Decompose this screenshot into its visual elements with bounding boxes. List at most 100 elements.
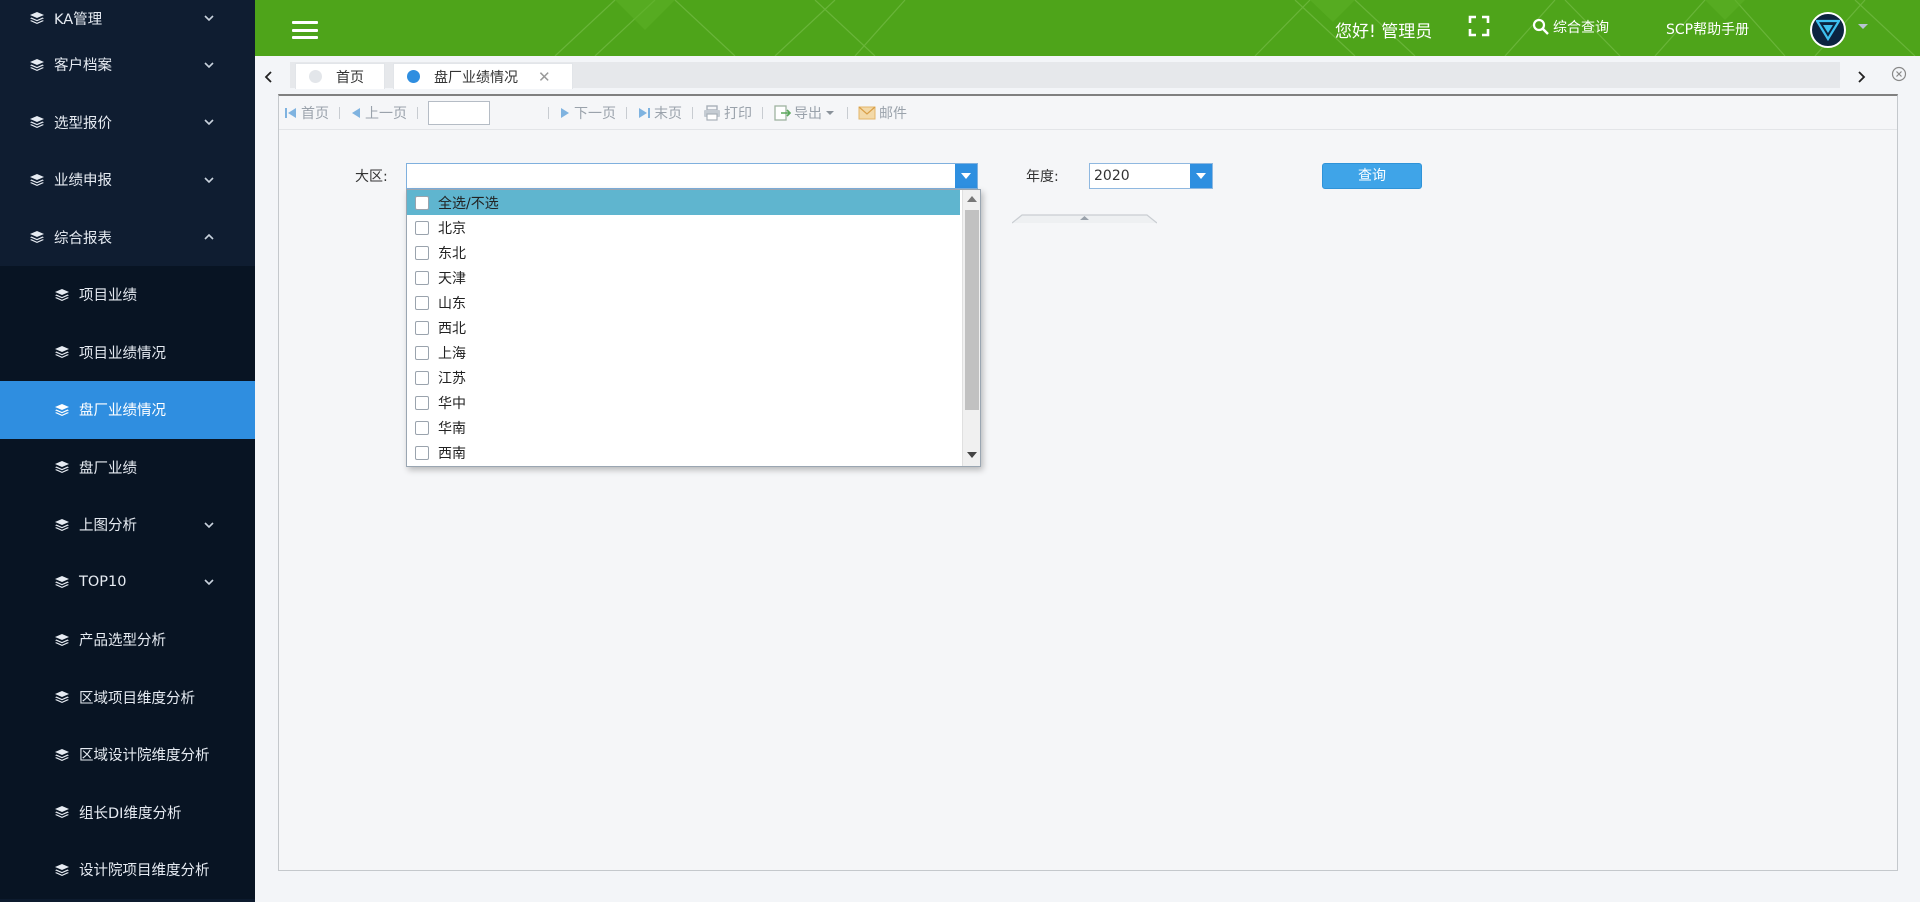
chevron-up-icon	[203, 231, 215, 243]
sidebar-subitem-product-selection-analysis[interactable]: 产品选型分析	[0, 611, 255, 669]
print-label: 打印	[724, 105, 752, 122]
scrollbar-thumb[interactable]	[965, 210, 979, 410]
dropdown-option[interactable]: 西南	[407, 440, 960, 465]
checkbox[interactable]	[415, 295, 429, 310]
layers-icon	[55, 346, 69, 359]
layers-icon	[55, 576, 69, 589]
layers-icon	[30, 12, 44, 24]
sidebar-subitem-panel-factory-performance[interactable]: 盘厂业绩	[0, 438, 255, 496]
user-avatar[interactable]	[1810, 12, 1846, 48]
option-label: 华南	[438, 420, 466, 437]
option-label: 天津	[438, 270, 466, 287]
sidebar-subitem-design-institute-project-analysis[interactable]: 设计院项目维度分析	[0, 841, 255, 899]
top-header: 您好! 管理员 综合查询 SCP帮助手册	[255, 0, 1920, 56]
checkbox[interactable]	[415, 270, 429, 285]
scroll-down-arrow-icon[interactable]	[967, 452, 977, 458]
scroll-up-arrow-icon[interactable]	[967, 196, 977, 202]
dropdown-scrollbar[interactable]	[962, 190, 980, 466]
layers-icon	[30, 58, 44, 71]
last-page-button[interactable]: 末页	[637, 103, 682, 123]
printer-icon	[704, 104, 720, 121]
option-label: 华中	[438, 395, 466, 412]
sidebar-item-customer-archive[interactable]: 客户档案	[0, 36, 255, 94]
page-number-input[interactable]	[428, 100, 490, 125]
toolbar-divider	[626, 106, 627, 119]
sidebar-item-comprehensive-report[interactable]: 综合报表	[0, 208, 255, 266]
sidebar-subitem-region-design-institute-analysis[interactable]: 区域设计院维度分析	[0, 726, 255, 784]
dropdown-option[interactable]: 上海	[407, 340, 960, 365]
region-combobox[interactable]	[406, 163, 978, 189]
checkbox[interactable]	[415, 245, 429, 260]
checkbox[interactable]	[415, 370, 429, 385]
toolbar-divider	[847, 106, 848, 119]
option-label: 山东	[438, 295, 466, 312]
sidebar-subitem-chart-analysis[interactable]: 上图分析	[0, 496, 255, 554]
first-page-button[interactable]: 首页	[284, 103, 329, 123]
chevron-down-icon	[203, 59, 215, 71]
checkbox[interactable]	[415, 445, 429, 460]
tab-scroll-left-icon[interactable]	[263, 70, 275, 84]
checkbox[interactable]	[415, 195, 429, 210]
checkbox[interactable]	[415, 395, 429, 410]
dropdown-option[interactable]: 华中	[407, 390, 960, 415]
option-label: 西北	[438, 320, 466, 337]
year-dropdown-arrow-icon[interactable]	[1190, 164, 1212, 188]
tab-scroll-right-icon[interactable]	[1855, 70, 1867, 84]
option-label: 西南	[438, 445, 466, 462]
comprehensive-search-link[interactable]: 综合查询	[1532, 17, 1609, 37]
next-page-button[interactable]: 下一页	[559, 103, 616, 123]
collapse-filter-handle-icon[interactable]	[1012, 214, 1157, 224]
chevron-down-icon	[203, 519, 215, 531]
sidebar-subitem-project-performance[interactable]: 项目业绩	[0, 266, 255, 324]
tab-status-dot-icon	[407, 70, 420, 83]
print-button[interactable]: 打印	[703, 103, 752, 123]
option-label: 江苏	[438, 370, 466, 387]
next-page-label: 下一页	[574, 105, 616, 122]
prev-page-button[interactable]: 上一页	[350, 103, 407, 123]
help-manual-link[interactable]: SCP帮助手册	[1666, 19, 1749, 39]
search-link-label: 综合查询	[1553, 20, 1609, 36]
sidebar-item-ka-management[interactable]: KA管理	[0, 0, 255, 36]
dropdown-option[interactable]: 华南	[407, 415, 960, 440]
close-all-tabs-icon[interactable]	[1891, 66, 1907, 82]
checkbox[interactable]	[415, 345, 429, 360]
sidebar-subitem-project-performance-status[interactable]: 项目业绩情况	[0, 323, 255, 381]
sidebar-subitem-panel-factory-performance-status[interactable]: 盘厂业绩情况	[0, 381, 255, 439]
fullscreen-icon[interactable]	[1467, 14, 1491, 38]
dropdown-option[interactable]: 江苏	[407, 365, 960, 390]
dropdown-option[interactable]: 北京	[407, 215, 960, 240]
sidebar-item-performance-report[interactable]: 业绩申报	[0, 151, 255, 209]
layers-icon	[55, 403, 69, 416]
layers-icon	[55, 461, 69, 474]
option-label: 全选/不选	[438, 195, 499, 212]
dropdown-option[interactable]: 天津	[407, 265, 960, 290]
export-button[interactable]: 导出	[773, 103, 837, 123]
sidebar-subitem-region-project-analysis[interactable]: 区域项目维度分析	[0, 668, 255, 726]
year-combobox[interactable]: 2020	[1089, 163, 1213, 189]
query-button[interactable]: 查询	[1322, 163, 1422, 189]
dropdown-option[interactable]: 山东	[407, 290, 960, 315]
toolbar-divider	[339, 106, 340, 119]
checkbox[interactable]	[415, 420, 429, 435]
mail-label: 邮件	[879, 105, 907, 122]
tab-bar: 首页 盘厂业绩情况 ✕	[255, 56, 1920, 92]
dropdown-option[interactable]: 西北	[407, 315, 960, 340]
dropdown-option-select-all[interactable]: 全选/不选	[407, 190, 960, 215]
region-dropdown-arrow-icon[interactable]	[955, 164, 977, 188]
sidebar-subitem-group-leader-analysis[interactable]: 组长DI维度分析	[0, 783, 255, 841]
sidebar-item-label: 客户档案	[54, 58, 112, 75]
menu-toggle-icon[interactable]	[292, 21, 318, 39]
tab-home[interactable]: 首页	[295, 63, 385, 89]
layers-icon	[55, 748, 69, 761]
tab-panel-factory-performance-status[interactable]: 盘厂业绩情况 ✕	[393, 63, 573, 89]
checkbox[interactable]	[415, 220, 429, 235]
sidebar-item-selection-quote[interactable]: 选型报价	[0, 93, 255, 151]
sidebar-subitem-top10[interactable]: TOP10	[0, 553, 255, 611]
sidebar-subitem-label: 设计院项目维度分析	[79, 863, 210, 880]
tab-close-icon[interactable]: ✕	[538, 68, 551, 86]
checkbox[interactable]	[415, 320, 429, 335]
mail-button[interactable]: 邮件	[858, 103, 907, 123]
dropdown-option[interactable]: 东北	[407, 240, 960, 265]
user-menu-caret-icon[interactable]	[1858, 24, 1868, 29]
sidebar-item-label: KA管理	[54, 11, 103, 28]
